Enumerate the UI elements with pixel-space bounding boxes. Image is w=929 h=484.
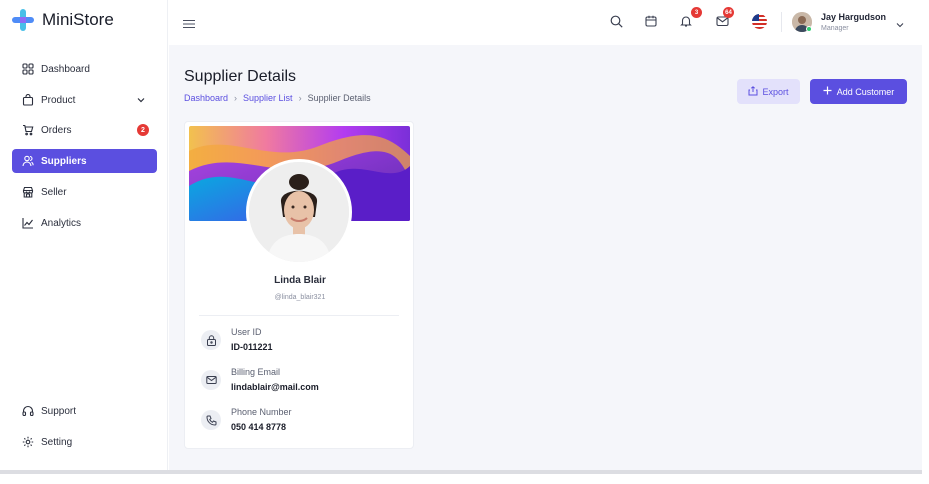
- menu-icon[interactable]: [183, 16, 197, 29]
- user-name[interactable]: Jay Hargudson: [821, 12, 886, 22]
- add-customer-button[interactable]: Add Customer: [810, 79, 907, 104]
- topbar: 3 64 Jay Hargudson Manager: [169, 0, 922, 45]
- supplier-name: Linda Blair: [274, 275, 326, 286]
- chart-icon: [21, 217, 34, 230]
- breadcrumb-current: Supplier Details: [307, 93, 371, 103]
- calendar-icon[interactable]: [643, 13, 659, 29]
- phone-icon: [201, 410, 221, 430]
- sidebar-item-label: Dashboard: [41, 63, 90, 75]
- logo-icon: [12, 9, 34, 31]
- sidebar-item-analytics[interactable]: Analytics: [12, 211, 157, 235]
- sidebar: MiniStore Dashboard Product Orders 2 Sup…: [0, 0, 168, 470]
- us-flag-icon[interactable]: [752, 14, 767, 29]
- sidebar-item-dashboard[interactable]: Dashboard: [12, 57, 157, 81]
- supplier-avatar: [246, 159, 352, 265]
- info-label: User ID: [231, 327, 262, 337]
- add-customer-label: Add Customer: [836, 86, 895, 97]
- store-icon: [21, 186, 34, 199]
- info-value: 050 414 8778: [231, 422, 287, 432]
- sidebar-item-label: Analytics: [41, 217, 82, 229]
- info-row-billing-email: Billing Email lindablair@mail.com: [201, 365, 401, 395]
- breadcrumb-dashboard[interactable]: Dashboard: [184, 93, 228, 103]
- topbar-divider: [781, 12, 782, 32]
- sidebar-item-product[interactable]: Product: [12, 88, 157, 112]
- breadcrumb-supplier-list[interactable]: Supplier List: [243, 93, 293, 103]
- supplier-card: Linda Blair @linda_blair321 User ID ID-0…: [184, 121, 414, 449]
- export-label: Export: [762, 86, 789, 97]
- sidebar-item-support[interactable]: Support: [12, 399, 157, 423]
- info-row-phone-number: Phone Number 050 414 8778: [201, 405, 401, 435]
- plus-icon: [823, 86, 832, 97]
- messages-badge: 64: [723, 7, 734, 18]
- sidebar-item-label: Suppliers: [41, 155, 87, 167]
- users-icon: [21, 155, 34, 168]
- main-content: Supplier Details Dashboard › Supplier Li…: [169, 45, 922, 470]
- chevron-down-icon[interactable]: [895, 17, 905, 28]
- gear-icon: [21, 436, 34, 449]
- page-title: Supplier Details: [184, 68, 297, 85]
- card-divider: [199, 315, 399, 316]
- search-icon[interactable]: [608, 13, 624, 29]
- sidebar-item-label: Setting: [41, 436, 73, 448]
- mail-icon: [201, 370, 221, 390]
- horizontal-scrollbar[interactable]: [0, 470, 922, 474]
- info-value: ID-011221: [231, 342, 273, 352]
- export-button[interactable]: Export: [737, 79, 800, 104]
- orders-badge: 2: [137, 124, 149, 136]
- bag-icon: [21, 94, 34, 107]
- online-status-dot: [806, 26, 812, 32]
- export-icon: [748, 85, 758, 98]
- sidebar-item-seller[interactable]: Seller: [12, 180, 157, 204]
- sidebar-item-orders[interactable]: Orders 2: [12, 118, 157, 142]
- info-row-user-id: User ID ID-011221: [201, 325, 401, 355]
- sidebar-item-suppliers[interactable]: Suppliers: [12, 149, 157, 173]
- info-label: Phone Number: [231, 407, 292, 417]
- breadcrumb: Dashboard › Supplier List › Supplier Det…: [184, 93, 371, 103]
- grid-icon: [21, 63, 34, 76]
- chevron-right-icon: ›: [234, 93, 238, 103]
- sidebar-item-label: Orders: [41, 124, 72, 136]
- supplier-handle: @linda_blair321: [274, 294, 326, 301]
- user-role: Manager: [821, 25, 849, 32]
- cart-icon: [21, 124, 34, 137]
- sidebar-item-setting[interactable]: Setting: [12, 430, 157, 454]
- sidebar-item-label: Support: [41, 405, 77, 417]
- chevron-right-icon: ›: [298, 93, 302, 103]
- brand-name: MiniStore: [42, 10, 114, 29]
- sidebar-item-label: Seller: [41, 186, 67, 198]
- lock-icon: [201, 330, 221, 350]
- chevron-down-icon: [135, 94, 147, 106]
- info-label: Billing Email: [231, 367, 281, 377]
- brand[interactable]: MiniStore: [12, 8, 114, 32]
- headset-icon: [21, 405, 34, 418]
- info-value: lindablair@mail.com: [231, 382, 319, 392]
- sidebar-item-label: Product: [41, 94, 76, 106]
- notifications-badge: 3: [691, 7, 702, 18]
